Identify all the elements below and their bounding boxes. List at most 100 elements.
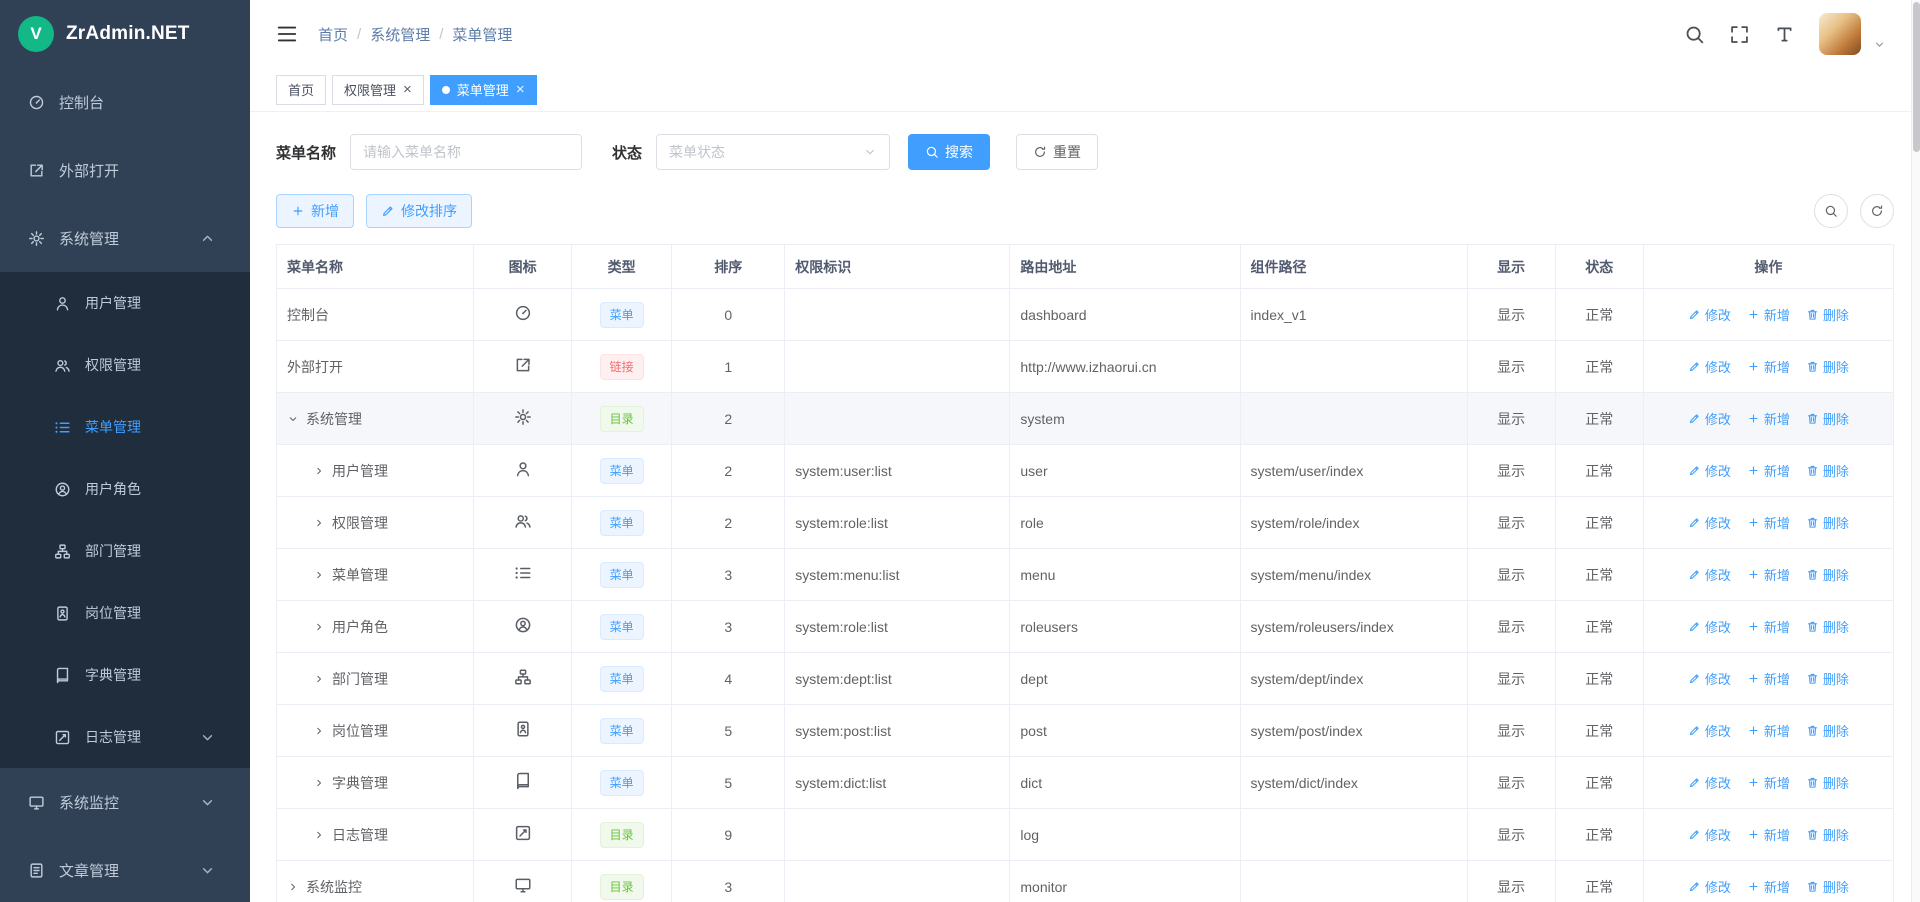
- trash-icon: [1806, 516, 1819, 529]
- add-row-button[interactable]: 新增: [1747, 357, 1790, 376]
- hamburger-icon[interactable]: [276, 23, 298, 45]
- actions-cell: 修改新增删除: [1643, 341, 1893, 393]
- route-cell: monitor: [1010, 861, 1240, 902]
- breadcrumb-item[interactable]: 首页: [318, 24, 348, 45]
- add-row-button[interactable]: 新增: [1747, 721, 1790, 740]
- edit-button[interactable]: 修改: [1688, 357, 1731, 376]
- sidebar-item-dept[interactable]: 部门管理: [0, 520, 250, 582]
- trash-icon: [1806, 880, 1819, 893]
- delete-button[interactable]: 删除: [1806, 617, 1849, 636]
- edit-button[interactable]: 修改: [1688, 721, 1731, 740]
- add-row-button[interactable]: 新增: [1747, 565, 1790, 584]
- reset-button[interactable]: 重置: [1016, 134, 1098, 170]
- scrollbar-thumb[interactable]: [1913, 2, 1920, 152]
- modify-sort-button[interactable]: 修改排序: [366, 194, 472, 228]
- tab-role[interactable]: 权限管理×: [332, 75, 424, 105]
- sidebar-item-dashboard[interactable]: 控制台: [0, 68, 250, 136]
- add-row-button[interactable]: 新增: [1747, 513, 1790, 532]
- sidebar-item-role[interactable]: 权限管理: [0, 334, 250, 396]
- add-button[interactable]: 新增: [276, 194, 354, 228]
- chevron-right-icon[interactable]: [313, 673, 325, 685]
- trash-icon: [1806, 412, 1819, 425]
- edit-button[interactable]: 修改: [1688, 617, 1731, 636]
- delete-button[interactable]: 删除: [1806, 305, 1849, 324]
- edit-button[interactable]: 修改: [1688, 669, 1731, 688]
- op-label: 删除: [1823, 617, 1849, 636]
- chevron-right-icon[interactable]: [313, 621, 325, 633]
- delete-button[interactable]: 删除: [1806, 409, 1849, 428]
- component-cell: [1240, 861, 1467, 902]
- breadcrumb-separator: /: [357, 26, 361, 43]
- pen-icon: [1688, 620, 1701, 633]
- tab-close-icon[interactable]: ×: [403, 82, 412, 97]
- user-avatar[interactable]: [1819, 13, 1861, 55]
- add-row-button[interactable]: 新增: [1747, 409, 1790, 428]
- add-row-button[interactable]: 新增: [1747, 877, 1790, 896]
- add-row-button[interactable]: 新增: [1747, 305, 1790, 324]
- plus-icon: [1747, 620, 1760, 633]
- edit-button[interactable]: 修改: [1688, 565, 1731, 584]
- sidebar-item-system[interactable]: 系统管理: [0, 204, 250, 272]
- sidebar-item-post[interactable]: 岗位管理: [0, 582, 250, 644]
- sidebar-item-article[interactable]: 文章管理: [0, 836, 250, 902]
- sidebar-item-dict[interactable]: 字典管理: [0, 644, 250, 706]
- delete-button[interactable]: 删除: [1806, 513, 1849, 532]
- refresh-table-button[interactable]: [1860, 194, 1894, 228]
- edit-button[interactable]: 修改: [1688, 305, 1731, 324]
- status-select[interactable]: 菜单状态: [656, 134, 890, 170]
- tab-home[interactable]: 首页: [276, 75, 326, 105]
- chevron-right-icon[interactable]: [313, 569, 325, 581]
- delete-button[interactable]: 删除: [1806, 565, 1849, 584]
- sort-cell: 2: [672, 393, 785, 445]
- delete-button[interactable]: 删除: [1806, 773, 1849, 792]
- sidebar-item-roleusers[interactable]: 用户角色: [0, 458, 250, 520]
- type-tag: 链接: [600, 354, 644, 380]
- chevron-right-icon[interactable]: [313, 725, 325, 737]
- visible-cell: 显示: [1467, 861, 1555, 902]
- add-row-button[interactable]: 新增: [1747, 669, 1790, 688]
- show-search-button[interactable]: [1814, 194, 1848, 228]
- text-size-icon[interactable]: [1774, 24, 1795, 45]
- add-row-button[interactable]: 新增: [1747, 825, 1790, 844]
- delete-button[interactable]: 删除: [1806, 877, 1849, 896]
- chevron-right-icon[interactable]: [287, 881, 299, 893]
- page-scrollbar[interactable]: [1911, 0, 1920, 902]
- sidebar-item-log[interactable]: 日志管理: [0, 706, 250, 768]
- search-button[interactable]: 搜索: [908, 134, 990, 170]
- chevron-right-icon[interactable]: [313, 777, 325, 789]
- tab-close-icon[interactable]: ×: [516, 82, 525, 97]
- sidebar-item-menu[interactable]: 菜单管理: [0, 396, 250, 458]
- column-header-7: 显示: [1467, 245, 1555, 289]
- log-icon: [54, 729, 71, 746]
- op-label: 修改: [1705, 305, 1731, 324]
- edit-button[interactable]: 修改: [1688, 773, 1731, 792]
- delete-button[interactable]: 删除: [1806, 721, 1849, 740]
- delete-button[interactable]: 删除: [1806, 825, 1849, 844]
- edit-button[interactable]: 修改: [1688, 825, 1731, 844]
- chevron-right-icon[interactable]: [313, 517, 325, 529]
- add-row-button[interactable]: 新增: [1747, 773, 1790, 792]
- edit-button[interactable]: 修改: [1688, 513, 1731, 532]
- delete-button[interactable]: 删除: [1806, 669, 1849, 688]
- sidebar-item-user[interactable]: 用户管理: [0, 272, 250, 334]
- edit-button[interactable]: 修改: [1688, 877, 1731, 896]
- add-row-button[interactable]: 新增: [1747, 617, 1790, 636]
- chevron-right-icon[interactable]: [313, 829, 325, 841]
- menu-name-input[interactable]: [350, 134, 582, 170]
- tab-menu[interactable]: 菜单管理×: [430, 75, 537, 105]
- edit-button[interactable]: 修改: [1688, 409, 1731, 428]
- menu-type-cell: 菜单: [572, 289, 672, 341]
- fullscreen-icon[interactable]: [1729, 24, 1750, 45]
- delete-button[interactable]: 删除: [1806, 357, 1849, 376]
- chevron-down-icon[interactable]: [287, 413, 299, 425]
- chevron-down-icon[interactable]: [1873, 38, 1886, 51]
- search-icon[interactable]: [1684, 24, 1705, 45]
- add-row-button[interactable]: 新增: [1747, 461, 1790, 480]
- breadcrumb-item[interactable]: 系统管理: [370, 24, 430, 45]
- edit-button[interactable]: 修改: [1688, 461, 1731, 480]
- chevron-right-icon[interactable]: [313, 465, 325, 477]
- sidebar-item-monitor[interactable]: 系统监控: [0, 768, 250, 836]
- delete-button[interactable]: 删除: [1806, 461, 1849, 480]
- pen-icon: [1688, 516, 1701, 529]
- sidebar-item-external[interactable]: 外部打开: [0, 136, 250, 204]
